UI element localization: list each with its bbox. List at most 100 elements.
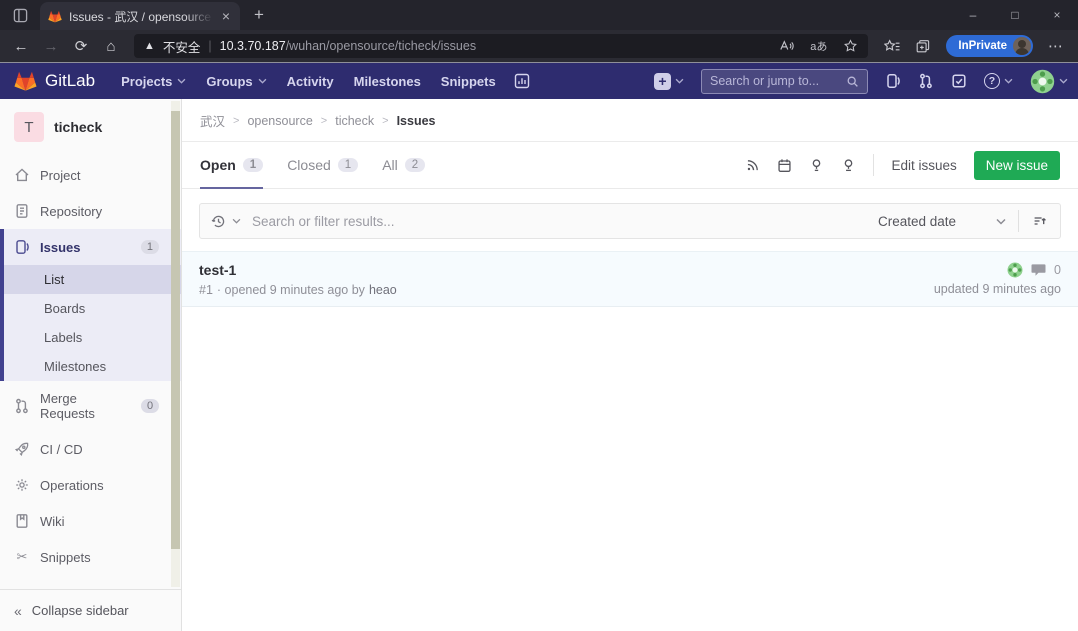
tab-closed[interactable]: Closed 1: [287, 142, 358, 188]
issue-updated-text: updated 9 minutes ago: [934, 282, 1061, 296]
maximize-button[interactable]: □: [994, 0, 1036, 30]
chevron-down-icon: [1004, 78, 1013, 84]
collections-icon[interactable]: [915, 39, 931, 54]
sidebar-item-ci-cd[interactable]: CI / CD: [0, 431, 181, 467]
user-menu[interactable]: [1030, 69, 1068, 94]
issues-icon: [885, 73, 901, 89]
help-menu[interactable]: ?: [984, 73, 1013, 89]
gitlab-navbar-right: + ?: [654, 69, 1068, 94]
page-body: T ticheck Project Repository Issues 1: [0, 99, 1078, 631]
breadcrumb-group[interactable]: 武汉: [200, 111, 225, 130]
tab-actions-button[interactable]: [0, 0, 40, 30]
home-button[interactable]: ⌂: [96, 32, 126, 60]
forward-button[interactable]: →: [36, 32, 66, 60]
global-search[interactable]: [701, 69, 868, 94]
tab-open[interactable]: Open 1: [200, 142, 263, 188]
menu-milestones[interactable]: Milestones: [354, 74, 421, 89]
document-icon: [14, 203, 30, 219]
sidebar-item-repository[interactable]: Repository: [0, 193, 181, 229]
menu-groups[interactable]: Groups: [206, 74, 266, 89]
labels-button[interactable]: [841, 158, 856, 173]
sort-dropdown[interactable]: Created date: [866, 214, 1018, 229]
todos-shortcut-button[interactable]: [951, 73, 967, 89]
menu-snippets[interactable]: Snippets: [441, 74, 496, 89]
breadcrumb-project[interactable]: ticheck: [335, 114, 374, 128]
gitlab-favicon: [48, 10, 62, 23]
issue-author-link[interactable]: heao: [369, 283, 397, 297]
help-icon: ?: [984, 73, 1000, 89]
sidebar-subitem-labels[interactable]: Labels: [4, 323, 181, 352]
close-button[interactable]: ×: [1036, 0, 1078, 30]
tab-all[interactable]: All 2: [382, 142, 425, 188]
minimize-button[interactable]: –: [952, 0, 994, 30]
label-icon: [809, 158, 824, 173]
sidebar-subitem-milestones[interactable]: Milestones: [4, 352, 181, 381]
issue-title-link[interactable]: test-1: [199, 262, 397, 278]
sidebar-item-project[interactable]: Project: [0, 157, 181, 193]
sidebar-scrollbar[interactable]: [171, 101, 180, 587]
sort-descending-icon: [1032, 214, 1047, 228]
sidebar-item-wiki[interactable]: Wiki: [0, 503, 181, 539]
chart-icon: [514, 73, 530, 89]
sidebar-subitem-boards[interactable]: Boards: [4, 294, 181, 323]
new-issue-button[interactable]: New issue: [974, 151, 1060, 180]
project-sidebar: T ticheck Project Repository Issues 1: [0, 99, 182, 631]
sidebar-scrollbar-thumb[interactable]: [171, 111, 180, 549]
issues-header-actions: Edit issues New issue: [746, 151, 1060, 180]
sidebar-item-operations[interactable]: Operations: [0, 467, 181, 503]
project-header[interactable]: T ticheck: [0, 99, 181, 151]
menu-activity[interactable]: Activity: [287, 74, 334, 89]
calendar-button[interactable]: [777, 158, 792, 173]
breadcrumb-current: Issues: [397, 114, 436, 128]
more-menu-icon[interactable]: ⋯: [1048, 37, 1064, 55]
security-label[interactable]: 不安全: [163, 37, 201, 56]
issue-row[interactable]: test-1 #1 · opened 9 minutes ago by heao…: [182, 251, 1078, 307]
gitlab-brand[interactable]: GitLab: [14, 70, 95, 92]
favorites-hub-icon[interactable]: [884, 39, 900, 54]
tab-title: Issues - 武汉 / opensource / tich: [69, 8, 213, 25]
breadcrumb-subgroup[interactable]: opensource: [247, 114, 312, 128]
chart-button[interactable]: [514, 73, 530, 89]
issues-shortcut-button[interactable]: [885, 73, 901, 89]
sidebar-item-merge-requests[interactable]: Merge Requests 0: [0, 381, 181, 431]
url-path: /wuhan/opensource/ticheck/issues: [286, 39, 476, 53]
plus-icon: +: [654, 73, 671, 90]
sidebar-subitem-list[interactable]: List: [4, 265, 181, 294]
chevron-down-icon: [177, 78, 186, 84]
sidebar-item-issues[interactable]: Issues 1: [4, 229, 181, 265]
refresh-button[interactable]: ⟳: [66, 32, 96, 60]
todo-check-icon: [951, 73, 967, 89]
browser-tab[interactable]: Issues - 武汉 / opensource / tich ×: [40, 2, 240, 30]
tab-close-icon[interactable]: ×: [220, 8, 232, 24]
merge-requests-shortcut-button[interactable]: [918, 73, 934, 89]
tab-strip: Issues - 武汉 / opensource / tich × + – □ …: [0, 0, 1078, 30]
edit-issues-button[interactable]: Edit issues: [891, 158, 956, 173]
collapse-sidebar-button[interactable]: « Collapse sidebar: [0, 589, 181, 631]
address-bar[interactable]: ▲ 不安全 | 10.3.70.187/wuhan/opensource/tic…: [134, 34, 868, 58]
warning-icon: ▲: [144, 40, 155, 52]
filter-search-input[interactable]: [252, 214, 866, 229]
recent-searches-dropdown[interactable]: [200, 214, 252, 229]
url-text: 10.3.70.187/wuhan/opensource/ticheck/iss…: [220, 39, 476, 53]
assignee-avatar[interactable]: [1007, 262, 1023, 278]
sort-direction-button[interactable]: [1018, 210, 1060, 232]
back-button[interactable]: ←: [6, 32, 36, 60]
rss-button[interactable]: [746, 158, 760, 172]
issue-ref: #1: [199, 283, 213, 297]
add-favorite-icon[interactable]: [843, 39, 858, 53]
translate-icon[interactable]: aあ: [810, 38, 827, 54]
sidebar-item-snippets[interactable]: ✂ Snippets: [0, 539, 181, 575]
menu-projects[interactable]: Projects: [121, 74, 186, 89]
inprivate-badge[interactable]: InPrivate: [946, 35, 1033, 57]
calendar-icon: [777, 158, 792, 173]
global-search-input[interactable]: [710, 74, 840, 88]
read-aloud-icon[interactable]: [779, 39, 794, 53]
new-tab-button[interactable]: +: [240, 0, 278, 30]
new-dropdown[interactable]: +: [654, 73, 684, 90]
project-avatar: T: [14, 112, 44, 142]
operations-icon: [14, 477, 30, 493]
comments-icon: [1031, 263, 1046, 277]
label-button[interactable]: [809, 158, 824, 173]
collapse-icon: «: [14, 603, 22, 619]
gitlab-menu: Projects Groups Activity Milestones Snip…: [111, 73, 530, 89]
